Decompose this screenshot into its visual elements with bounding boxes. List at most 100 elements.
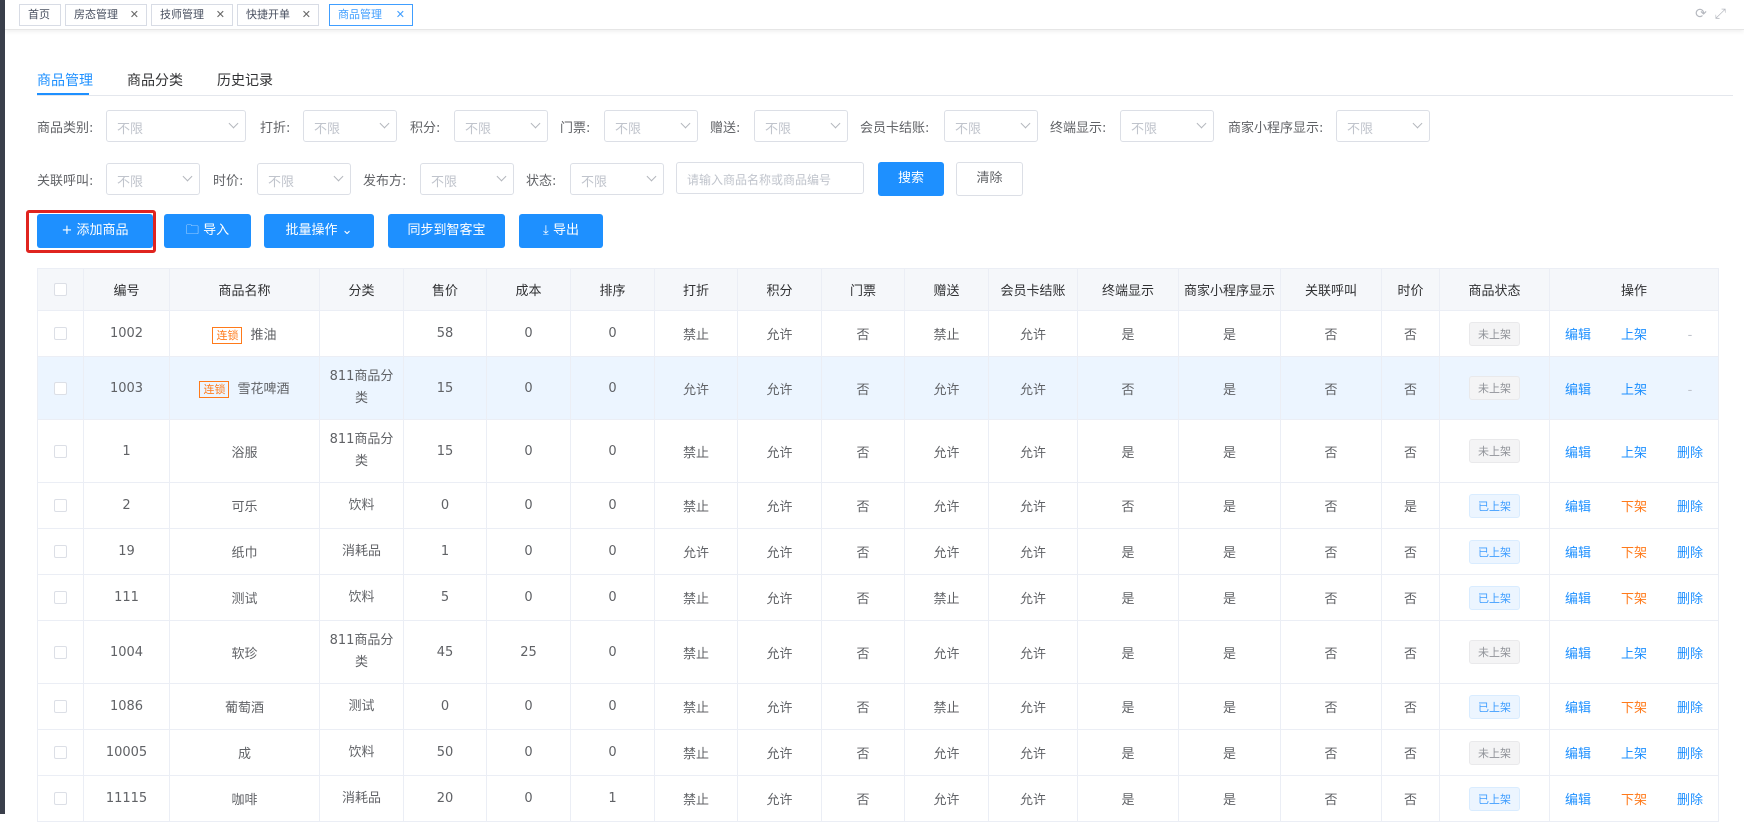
edit-link[interactable]: 编辑: [1551, 697, 1607, 716]
clear-button[interactable]: 清除: [956, 162, 1023, 196]
edit-link[interactable]: 编辑: [1551, 324, 1607, 343]
cell-gift: 禁止: [904, 683, 989, 730]
delete-link[interactable]: 删除: [1662, 697, 1718, 716]
header-cell: 商家小程序显示: [1178, 268, 1281, 311]
toggle-listing-link[interactable]: 上架: [1606, 324, 1662, 343]
cell-mini: 是: [1178, 574, 1281, 621]
tab-quick-order[interactable]: 快捷开单 ✕: [237, 4, 319, 26]
cell-id: 1004: [83, 620, 170, 684]
filter-label-miniprogram: 商家小程序显示:: [1228, 121, 1324, 136]
delete-link[interactable]: 删除: [1662, 442, 1718, 461]
cell-timeprice: 否: [1381, 419, 1440, 483]
row-checkbox[interactable]: [54, 499, 67, 512]
filter-label-ticket: 门票:: [560, 121, 591, 136]
close-icon[interactable]: ✕: [396, 5, 405, 25]
filter-terminal-select[interactable]: 不限: [1120, 110, 1214, 142]
cell-mini: 是: [1178, 775, 1281, 822]
filter-card-select[interactable]: 不限: [944, 110, 1038, 142]
export-button[interactable]: ⤓ 导出: [519, 214, 603, 248]
category-text: 饮料: [348, 744, 375, 760]
edit-link[interactable]: 编辑: [1551, 379, 1607, 398]
chevron-down-icon: [830, 118, 841, 129]
toggle-listing-link[interactable]: 下架: [1606, 697, 1662, 716]
toggle-listing-link[interactable]: 上架: [1606, 743, 1662, 762]
cell-price: 45: [403, 620, 487, 684]
close-icon[interactable]: ✕: [130, 5, 139, 25]
chevron-down-icon: [1020, 118, 1031, 129]
row-checkbox[interactable]: [54, 792, 67, 805]
cell-sort: 0: [570, 482, 655, 529]
search-input[interactable]: 请输入商品名称或商品编号: [676, 162, 864, 194]
filter-points-select[interactable]: 不限: [454, 110, 548, 142]
toggle-listing-link[interactable]: 上架: [1606, 442, 1662, 461]
tab-home[interactable]: 首页: [19, 4, 61, 26]
cell-sort: 0: [570, 528, 655, 575]
refresh-icon[interactable]: ⟳: [1695, 6, 1715, 22]
cell-points: 允许: [737, 729, 822, 776]
cell-gift: 允许: [904, 775, 989, 822]
cell-category: 饮料: [319, 574, 404, 621]
select-all-checkbox[interactable]: [54, 283, 67, 296]
edit-link[interactable]: 编辑: [1551, 643, 1607, 662]
batch-operation-button[interactable]: 批量操作 ⌄: [264, 214, 374, 248]
subtab-history[interactable]: 历史记录: [217, 70, 273, 90]
row-checkbox-cell: [37, 729, 84, 776]
toggle-listing-link[interactable]: 上架: [1606, 379, 1662, 398]
filter-call-select[interactable]: 不限: [106, 163, 200, 195]
import-button[interactable]: 🗀 导入: [164, 214, 251, 248]
row-checkbox[interactable]: [54, 746, 67, 759]
search-button[interactable]: 搜索: [878, 162, 944, 196]
filter-status-select[interactable]: 不限: [570, 163, 664, 195]
row-checkbox[interactable]: [54, 381, 67, 395]
edit-link[interactable]: 编辑: [1551, 542, 1607, 561]
filter-label-call: 关联呼叫:: [37, 174, 94, 189]
lock-badge: 连锁: [212, 326, 243, 344]
cell-operations: 编辑 上架 删除: [1549, 419, 1719, 483]
edit-link[interactable]: 编辑: [1551, 743, 1607, 762]
close-icon[interactable]: ✕: [216, 5, 225, 25]
delete-link[interactable]: 删除: [1662, 789, 1718, 808]
filter-miniprogram-select[interactable]: 不限: [1336, 110, 1430, 142]
header-cell: 成本: [486, 268, 571, 311]
subtab-category[interactable]: 商品分类: [127, 70, 183, 90]
filter-category-select[interactable]: 不限: [106, 110, 246, 142]
toggle-listing-link[interactable]: 下架: [1606, 588, 1662, 607]
row-checkbox[interactable]: [54, 545, 67, 558]
cell-call: 否: [1280, 310, 1382, 357]
fullscreen-icon[interactable]: ⤢: [1715, 6, 1734, 22]
edit-link[interactable]: 编辑: [1551, 588, 1607, 607]
row-checkbox[interactable]: [54, 645, 67, 659]
edit-link[interactable]: 编辑: [1551, 496, 1607, 515]
filter-publisher-select[interactable]: 不限: [420, 163, 514, 195]
tab-room-status[interactable]: 房态管理 ✕: [65, 4, 147, 26]
tab-product-mgmt[interactable]: 商品管理 ✕: [329, 4, 413, 26]
tab-technician[interactable]: 技师管理 ✕: [151, 4, 233, 26]
delete-link[interactable]: 删除: [1662, 542, 1718, 561]
row-checkbox[interactable]: [54, 444, 67, 458]
subtab-product-mgmt[interactable]: 商品管理: [37, 70, 93, 90]
filter-timeprice-select[interactable]: 不限: [257, 163, 351, 195]
left-edge-strip: [0, 0, 5, 814]
row-checkbox[interactable]: [54, 700, 67, 713]
filter-discount-select[interactable]: 不限: [303, 110, 397, 142]
delete-link[interactable]: 删除: [1662, 496, 1718, 515]
toggle-listing-link[interactable]: 下架: [1606, 496, 1662, 515]
close-icon[interactable]: ✕: [302, 5, 311, 25]
edit-link[interactable]: 编辑: [1551, 789, 1607, 808]
sync-button[interactable]: 同步到智客宝: [388, 214, 505, 248]
toggle-listing-link[interactable]: 下架: [1606, 542, 1662, 561]
delete-link[interactable]: 删除: [1662, 588, 1718, 607]
delete-link: -: [1687, 382, 1693, 398]
delete-link[interactable]: 删除: [1662, 643, 1718, 662]
delete-link[interactable]: 删除: [1662, 743, 1718, 762]
cell-sort: 0: [570, 356, 655, 420]
row-checkbox-cell: [37, 620, 84, 684]
toggle-listing-link[interactable]: 上架: [1606, 643, 1662, 662]
filter-ticket-select[interactable]: 不限: [604, 110, 698, 142]
row-checkbox[interactable]: [54, 591, 67, 604]
toggle-listing-link[interactable]: 下架: [1606, 789, 1662, 808]
filter-gift-select[interactable]: 不限: [754, 110, 848, 142]
row-checkbox[interactable]: [54, 327, 67, 340]
edit-link[interactable]: 编辑: [1551, 442, 1607, 461]
tab-label: 首页: [28, 8, 50, 21]
